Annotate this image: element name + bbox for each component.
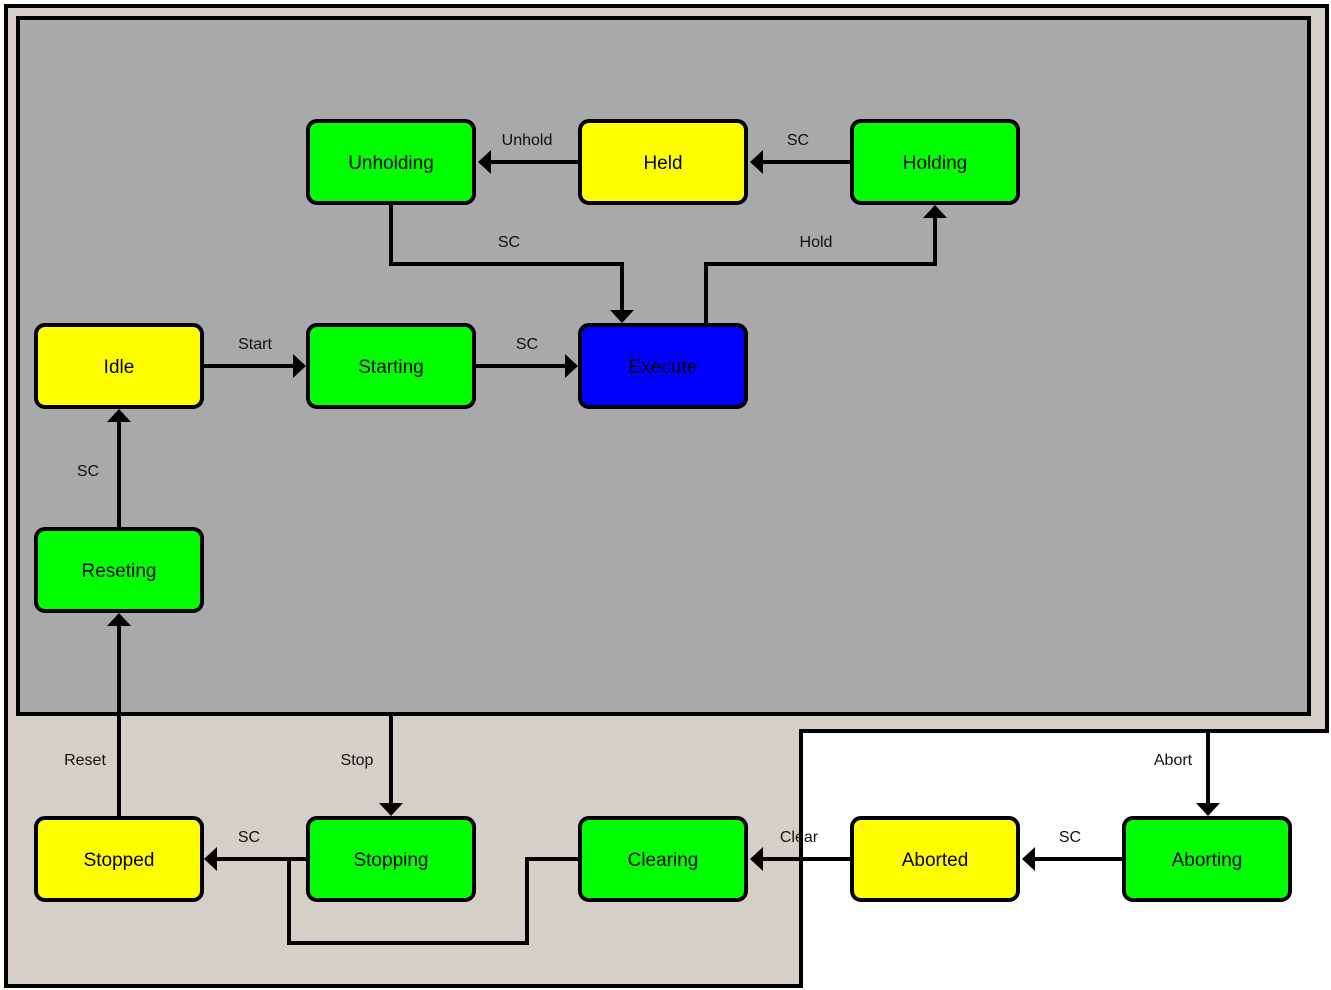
state-aborting[interactable]: Aborting — [1122, 816, 1292, 902]
state-label: Aborting — [1172, 850, 1243, 871]
state-starting[interactable]: Starting — [306, 323, 476, 409]
state-label: Unholding — [348, 153, 434, 174]
transition-label-idle-starting: Start — [238, 336, 272, 353]
transition-label-stopped-reseting: Reset — [64, 752, 106, 769]
state-label: Clearing — [628, 850, 699, 871]
state-label: Starting — [358, 357, 423, 378]
state-label: Idle — [104, 357, 135, 378]
transition-label-aborting-aborted: SC — [1059, 829, 1081, 846]
transition-aborting-aborted-arrowhead — [1022, 847, 1035, 871]
state-holding[interactable]: Holding — [850, 119, 1020, 205]
transition-label-execute-holding: Hold — [800, 234, 833, 251]
state-label: Aborted — [902, 850, 969, 871]
state-label: Held — [643, 153, 682, 174]
transition-label-region-stopping: Stop — [341, 752, 374, 769]
state-clearing[interactable]: Clearing — [578, 816, 748, 902]
transition-label-aborted-clearing: Clear — [780, 829, 819, 846]
transition-region-aborting-arrowhead — [1196, 803, 1220, 816]
transition-label-held-unholding: Unhold — [502, 132, 553, 149]
transition-label-unholding-execute: SC — [498, 234, 520, 251]
state-idle[interactable]: Idle — [34, 323, 204, 409]
state-label: Execute — [629, 357, 698, 378]
state-diagram: Unholding Held Holding Idle Starting Execute R… — [4, 4, 1329, 988]
transition-label-stopping-stopped: SC — [238, 829, 260, 846]
transition-label-starting-execute: SC — [516, 336, 538, 353]
state-reseting[interactable]: Reseting — [34, 527, 204, 613]
state-stopping[interactable]: Stopping — [306, 816, 476, 902]
state-aborted[interactable]: Aborted — [850, 816, 1020, 902]
state-label: Stopping — [353, 850, 428, 871]
state-label: Stopped — [84, 850, 155, 871]
state-stopped[interactable]: Stopped — [34, 816, 204, 902]
state-unholding[interactable]: Unholding — [306, 119, 476, 205]
state-execute[interactable]: Execute — [578, 323, 748, 409]
transition-label-holding-held: SC — [787, 132, 809, 149]
transition-label-region-aborting: Abort — [1154, 752, 1193, 769]
transition-label-reseting-idle: SC — [77, 463, 99, 480]
state-label: Holding — [903, 153, 967, 174]
state-held[interactable]: Held — [578, 119, 748, 205]
state-label: Reseting — [82, 561, 157, 582]
